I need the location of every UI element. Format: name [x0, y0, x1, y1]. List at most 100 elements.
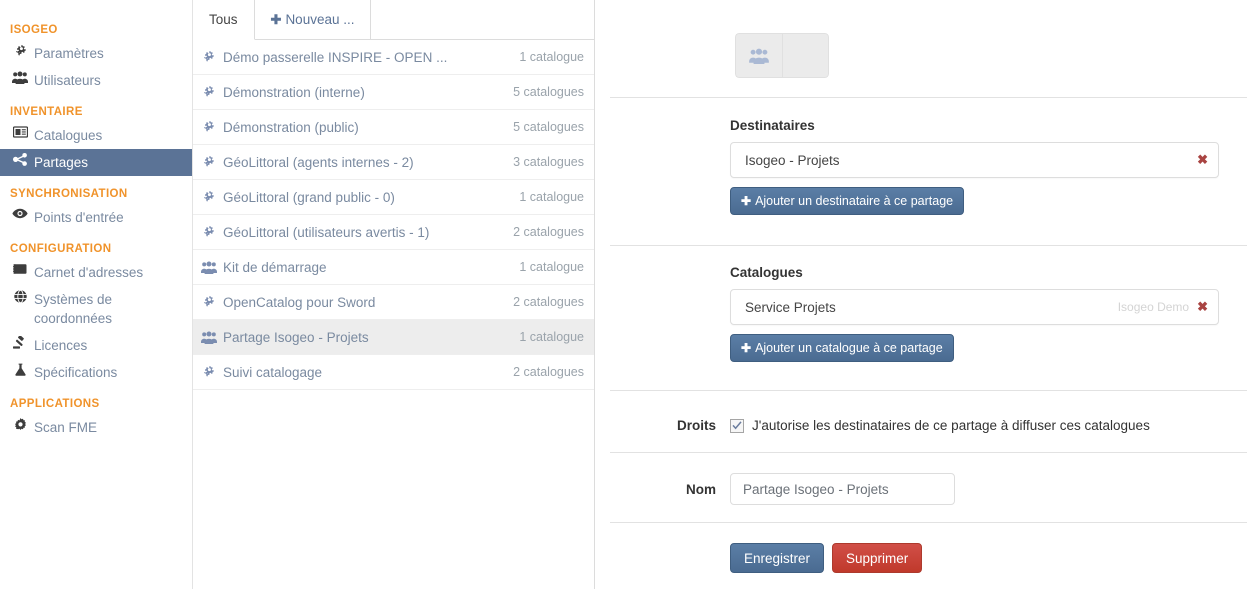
cogs-icon — [201, 225, 221, 239]
destinataires-title: Destinataires — [730, 118, 815, 133]
detail-actions: Enregistrer Supprimer — [730, 543, 923, 573]
table-row[interactable]: Suivi catalogage 2 catalogues — [193, 355, 594, 390]
table-row[interactable]: Démo passerelle INSPIRE - OPEN ... 1 cat… — [193, 40, 594, 75]
sidebar-item-label: Licences — [34, 338, 88, 353]
sidebar-item-licences[interactable]: Licences — [0, 332, 192, 359]
sidebar-item-utilisateurs[interactable]: Utilisateurs — [0, 67, 192, 94]
cogs-icon — [201, 120, 221, 134]
users-icon — [749, 48, 769, 64]
destinataires-section: Destinataires Isogeo - Projets ✖ ✚ Ajout… — [595, 118, 1247, 215]
users-icon — [12, 71, 28, 84]
sidebar-item-label: Scan FME — [34, 420, 98, 435]
book-icon — [12, 126, 28, 138]
share-catalog-count: 5 catalogues — [513, 85, 584, 99]
sidebar-item-partages[interactable]: Partages — [0, 149, 192, 176]
app-root: ISOGEO Paramètres Utilisateurs INVENTAIR… — [0, 0, 1247, 589]
nom-label: Nom — [686, 481, 716, 497]
share-detail-panel: Destinataires Isogeo - Projets ✖ ✚ Ajout… — [595, 0, 1247, 589]
plus-icon: ✚ — [741, 341, 752, 355]
sidebar-item-parametres[interactable]: Paramètres — [0, 40, 192, 67]
sidebar-group-header: APPLICATIONS — [10, 398, 100, 410]
sidebar-item-label: Systèmes de coordonnées — [34, 292, 113, 326]
table-row[interactable]: Démonstration (interne) 5 catalogues — [193, 75, 594, 110]
cogs-icon — [201, 190, 221, 204]
cogs-icon — [201, 365, 221, 379]
sidebar-item-label: Points d'entrée — [34, 210, 124, 225]
nom-input[interactable] — [730, 473, 955, 505]
sidebar-item-catalogues[interactable]: Catalogues — [0, 122, 192, 149]
sidebar-item-systemes-de-coordonnees[interactable]: Systèmes de coordonnées — [0, 286, 192, 332]
catalogue-name: Service Projets — [745, 299, 836, 315]
table-row[interactable]: GéoLittoral (agents internes - 2) 3 cata… — [193, 145, 594, 180]
sidebar-group-header: ISOGEO — [10, 24, 58, 36]
flask-icon — [12, 363, 28, 376]
share-name: OpenCatalog pour Sword — [223, 294, 376, 310]
divider — [610, 97, 1247, 98]
add-catalogue-button[interactable]: ✚ Ajouter un catalogue à ce partage — [730, 334, 954, 362]
share-type-toggle-group — [735, 33, 829, 78]
droits-checkbox-label: J'autorise les destinataires de ce parta… — [752, 418, 1150, 433]
table-row[interactable]: Kit de démarrage 1 catalogue — [193, 250, 594, 285]
destinataire-item[interactable]: Isogeo - Projets ✖ — [730, 142, 1219, 178]
divider — [610, 245, 1247, 246]
share-name: GéoLittoral (utilisateurs avertis - 1) — [223, 224, 430, 240]
share-catalog-count: 1 catalogue — [519, 190, 584, 204]
divider — [610, 452, 1247, 453]
tab-label: Tous — [209, 12, 238, 27]
remove-catalogue-icon[interactable]: ✖ — [1197, 299, 1208, 315]
table-row[interactable]: Démonstration (public) 5 catalogues — [193, 110, 594, 145]
add-destinataire-button[interactable]: ✚ Ajouter un destinataire à ce partage — [730, 187, 965, 215]
users-icon — [201, 331, 221, 344]
sidebar-item-points-dentree[interactable]: Points d'entrée — [0, 204, 192, 231]
droits-field-row: Droits J'autorise les destinataires de c… — [595, 418, 1247, 433]
cogs-icon — [201, 295, 221, 309]
gavel-icon — [12, 336, 28, 349]
remove-destinataire-icon[interactable]: ✖ — [1197, 152, 1208, 168]
sidebar-item-label: Paramètres — [34, 46, 104, 61]
address-book-icon — [12, 263, 28, 275]
share-name: Suivi catalogage — [223, 364, 323, 380]
share-name: Démonstration (interne) — [223, 84, 365, 100]
table-row[interactable]: GéoLittoral (grand public - 0) 1 catalog… — [193, 180, 594, 215]
tab-nouveau[interactable]: ✚ Nouveau ... — [254, 0, 372, 39]
table-row[interactable]: Partage Isogeo - Projets 1 catalogue — [193, 320, 594, 355]
sidebar-group-header: SYNCHRONISATION — [10, 188, 128, 200]
eye-icon — [12, 208, 28, 219]
share-type-open-button[interactable] — [782, 33, 829, 78]
cogs-icon — [201, 50, 221, 64]
sidebar-item-carnet-dadresses[interactable]: Carnet d'adresses — [0, 259, 192, 286]
tab-bar: Tous ✚ Nouveau ... — [193, 0, 594, 40]
table-row[interactable]: OpenCatalog pour Sword 2 catalogues — [193, 285, 594, 320]
catalogue-item[interactable]: Service Projets Isogeo Demo ✖ — [730, 289, 1219, 325]
sidebar-item-specifications[interactable]: Spécifications — [0, 359, 192, 386]
table-row[interactable]: GéoLittoral (utilisateurs avertis - 1) 2… — [193, 215, 594, 250]
save-button[interactable]: Enregistrer — [730, 543, 825, 573]
share-catalog-count: 5 catalogues — [513, 120, 584, 134]
sidebar-item-label: Catalogues — [34, 128, 103, 143]
share-catalog-count: 1 catalogue — [519, 330, 584, 344]
share-catalog-count: 2 catalogues — [513, 365, 584, 379]
share-type-users-button[interactable] — [735, 33, 782, 78]
droits-checkbox[interactable] — [730, 418, 744, 433]
share-catalog-count: 1 catalogue — [519, 260, 584, 274]
cogs-icon — [201, 155, 221, 169]
share-catalog-count: 2 catalogues — [513, 225, 584, 239]
delete-button[interactable]: Supprimer — [832, 543, 923, 573]
cogs-icon — [12, 44, 28, 58]
sidebar-item-label: Utilisateurs — [34, 73, 101, 88]
sidebar-group-header: INVENTAIRE — [10, 106, 83, 118]
gear-icon — [12, 418, 28, 431]
cogs-icon — [201, 85, 221, 99]
divider — [610, 390, 1247, 391]
shares-list-panel: Tous ✚ Nouveau ... Démo passerelle INSPI… — [193, 0, 595, 589]
tab-tous[interactable]: Tous — [193, 0, 255, 40]
sidebar-item-label: Carnet d'adresses — [34, 265, 144, 280]
divider — [610, 522, 1247, 523]
add-destinataire-label: Ajouter un destinataire à ce partage — [755, 194, 954, 208]
tab-label: Nouveau ... — [285, 12, 355, 27]
share-catalog-count: 3 catalogues — [513, 155, 584, 169]
sidebar-item-label: Partages — [34, 155, 89, 170]
sidebar-item-scan-fme[interactable]: Scan FME — [0, 414, 192, 441]
catalogues-section: Catalogues Service Projets Isogeo Demo ✖… — [595, 265, 1247, 362]
catalogues-title: Catalogues — [730, 265, 803, 280]
